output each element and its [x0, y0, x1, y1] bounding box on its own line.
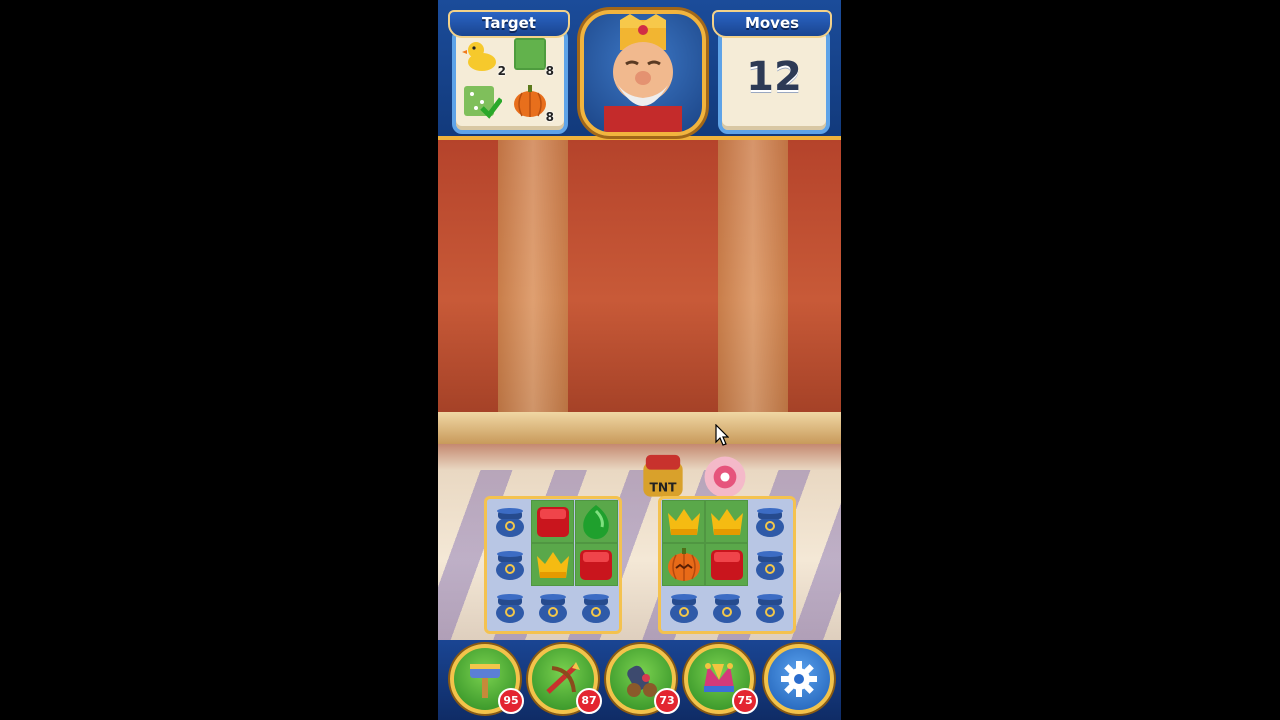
svg-text:TNT: TNT [650, 481, 678, 495]
red-block-piece[interactable] [575, 543, 618, 586]
duck-target-count: 2 [497, 64, 506, 78]
cauldron-pot-piece[interactable] [488, 543, 531, 586]
pink-donut-piece[interactable] [700, 452, 750, 502]
hammer-booster[interactable]: 95 [450, 644, 524, 714]
arrow-count-badge: 87 [576, 688, 602, 714]
wall-pillar [498, 140, 568, 440]
king-icon [604, 14, 682, 132]
jester-hat-booster[interactable]: 75 [684, 644, 758, 714]
red-block-piece[interactable] [531, 500, 574, 543]
moves-label: Moves [712, 10, 832, 38]
cauldron-pot-piece[interactable] [575, 587, 618, 630]
moves-count: 12 [746, 54, 802, 100]
grass-icon [514, 38, 546, 70]
pumpkin-icon [514, 85, 546, 117]
grass-target: 8 [510, 36, 554, 78]
yellow-crown-piece[interactable] [531, 543, 574, 586]
wall-pillar [718, 140, 788, 440]
duck-target: 2 [462, 36, 506, 78]
cauldron-pot-piece[interactable] [531, 587, 574, 630]
grass-complete-target [462, 82, 503, 120]
duck-icon [462, 42, 496, 71]
gear-icon [781, 661, 817, 697]
cauldron-pot-piece[interactable] [488, 500, 531, 543]
yellow-crown-piece[interactable] [662, 500, 705, 543]
pumpkin-piece[interactable] [662, 543, 705, 586]
king-avatar [580, 10, 706, 136]
grass-complete-icon [464, 86, 503, 119]
cauldron-pot-piece[interactable] [488, 587, 531, 630]
grass-target-count: 8 [545, 64, 554, 78]
cauldron-pot-piece[interactable] [749, 543, 792, 586]
cannon-count-badge: 73 [654, 688, 680, 714]
cauldron-pot-piece[interactable] [705, 587, 748, 630]
red-block-piece[interactable] [705, 543, 748, 586]
pumpkin-target-count: 8 [545, 110, 554, 124]
cauldron-pot-piece[interactable] [662, 587, 705, 630]
moves-panel: 12 [718, 28, 830, 134]
level-header: 2 8 8 Target 12 Moves [438, 0, 841, 140]
cauldron-pot-piece[interactable] [749, 587, 792, 630]
hammer-count-badge: 95 [498, 688, 524, 714]
cannon-booster[interactable]: 73 [606, 644, 680, 714]
game-screen: 2 8 8 Target 12 Moves 95 87 73 75 TNT [438, 0, 841, 720]
cauldron-pot-piece[interactable] [749, 500, 792, 543]
jester-hat-count-badge: 75 [732, 688, 758, 714]
mouse-cursor-icon [715, 423, 730, 446]
arrow-booster[interactable]: 87 [528, 644, 602, 714]
green-leaf-piece[interactable] [575, 500, 618, 543]
target-label: Target [448, 10, 570, 38]
target-panel: 2 8 8 [452, 28, 568, 134]
settings-button[interactable] [764, 644, 834, 714]
wall-baseboard [438, 412, 841, 444]
pumpkin-target: 8 [510, 82, 554, 124]
yellow-crown-piece[interactable] [705, 500, 748, 543]
